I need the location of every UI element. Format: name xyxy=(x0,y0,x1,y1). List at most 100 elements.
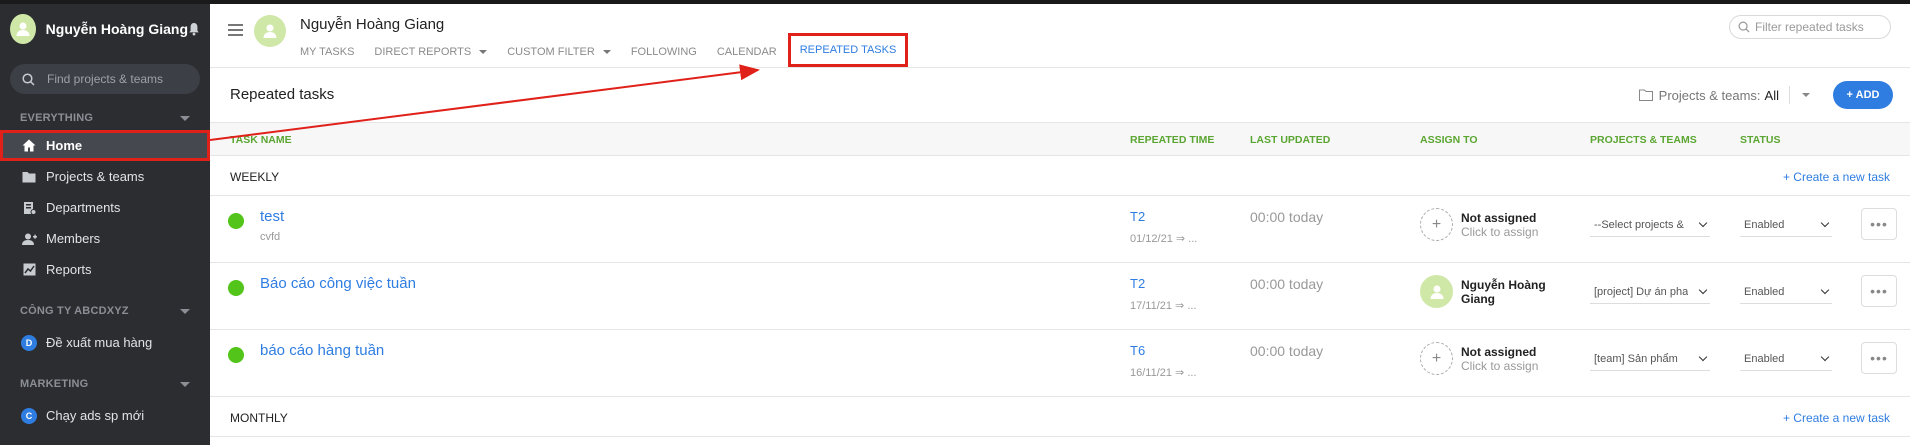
repeat-date: 16/11/21 ⇒ ... xyxy=(1130,367,1197,379)
task-name[interactable]: test xyxy=(260,208,284,225)
tab-repeated-tasks[interactable]: REPEATED TASKS xyxy=(787,33,909,67)
chevron-down-icon xyxy=(1698,285,1708,295)
tab-label: MY TASKS xyxy=(300,46,355,58)
caret-down-icon xyxy=(180,308,190,314)
chevron-down-icon xyxy=(1820,285,1830,295)
sidebar-item-members[interactable]: Members xyxy=(0,223,210,254)
col-projects-teams[interactable]: PROJECTS & TEAMS xyxy=(1590,134,1697,146)
create-task-link[interactable]: + Create a new task xyxy=(1783,170,1890,184)
projects-teams-filter[interactable]: Projects & teams: All xyxy=(1638,86,1810,104)
repeat-date: 17/11/21 ⇒ ... xyxy=(1130,300,1197,312)
col-task-name[interactable]: TASK NAME xyxy=(230,134,292,146)
project-select[interactable]: [team] Sản phẩm xyxy=(1590,347,1710,371)
section-marketing[interactable]: MARKETING xyxy=(0,372,210,396)
assignee-name: Not assigned xyxy=(1461,210,1537,225)
more-options-button[interactable]: ••• xyxy=(1861,275,1897,307)
col-status[interactable]: STATUS xyxy=(1740,134,1780,146)
section-title: CÔNG TY ABCDXYZ xyxy=(20,305,129,317)
more-options-button[interactable]: ••• xyxy=(1861,208,1897,240)
last-updated: 00:00 today xyxy=(1250,343,1324,359)
status-select[interactable]: Enabled xyxy=(1740,213,1832,237)
sidebar-item-label: Reports xyxy=(46,262,92,277)
create-task-link[interactable]: + Create a new task xyxy=(1783,411,1890,425)
group-monthly: MONTHLY + Create a new task xyxy=(210,397,1910,437)
more-options-button[interactable]: ••• xyxy=(1861,342,1897,374)
caret-down-icon[interactable] xyxy=(1802,93,1810,97)
top-header: Nguyễn Hoàng Giang MY TASKS DIRECT REPOR… xyxy=(210,0,1910,68)
caret-down-icon xyxy=(479,50,488,54)
status-select[interactable]: Enabled xyxy=(1740,347,1832,371)
sidebar-item-label: Departments xyxy=(46,200,121,215)
repeat-time[interactable]: T2 xyxy=(1130,276,1145,291)
tab-my-tasks[interactable]: MY TASKS xyxy=(300,44,354,60)
col-repeated-time[interactable]: REPEATED TIME xyxy=(1130,134,1214,146)
project-select-value: [team] Sản phẩm xyxy=(1594,352,1678,365)
sidebar-user-name: Nguyễn Hoàng Giang xyxy=(45,21,189,37)
assignee-name: Not assigned xyxy=(1461,344,1537,359)
project-badge: C xyxy=(21,407,37,424)
bell-icon[interactable] xyxy=(188,21,200,37)
assignee-name-line2: Giang xyxy=(1461,291,1496,306)
table-row[interactable]: test cvfd T2 01/12/21 ⇒ ... 00:00 today … xyxy=(210,196,1910,263)
table-header: TASK NAME REPEATED TIME LAST UPDATED ASS… xyxy=(210,122,1910,156)
tab-custom-filter[interactable]: CUSTOM FILTER xyxy=(507,44,611,60)
project-select-value: [project] Dự án pha xyxy=(1594,285,1689,298)
col-last-updated[interactable]: LAST UPDATED xyxy=(1250,134,1330,146)
col-assign-to[interactable]: ASSIGN TO xyxy=(1420,134,1478,146)
avatar xyxy=(254,15,286,47)
group-name: WEEKLY xyxy=(230,170,280,184)
sidebar-item-label: Đề xuất mua hàng xyxy=(46,335,153,350)
tab-direct-reports[interactable]: DIRECT REPORTS xyxy=(374,44,488,60)
add-assignee-icon[interactable]: + xyxy=(1420,342,1453,375)
menu-icon[interactable] xyxy=(228,24,243,39)
section-everything[interactable]: EVERYTHING xyxy=(0,106,210,130)
folder-icon xyxy=(20,171,38,183)
filter-placeholder: Filter repeated tasks xyxy=(1755,20,1864,34)
assignee-hint: Click to assign xyxy=(1461,224,1539,239)
sidebar-search-placeholder: Find projects & teams xyxy=(47,72,164,86)
chevron-down-icon xyxy=(1698,218,1708,228)
repeat-date: 01/12/21 ⇒ ... xyxy=(1130,233,1198,245)
sidebar-item-projects[interactable]: Projects & teams xyxy=(0,161,210,192)
status-select-value: Enabled xyxy=(1744,352,1785,365)
sidebar-item-home[interactable]: Home xyxy=(0,130,210,161)
assignee-name: Nguyễn Hoàng xyxy=(1461,277,1546,292)
filter-repeated-tasks-input[interactable]: Filter repeated tasks xyxy=(1729,15,1891,39)
tab-following[interactable]: FOLLOWING xyxy=(631,44,697,60)
status-dot[interactable] xyxy=(228,213,244,229)
add-button[interactable]: + ADD xyxy=(1833,81,1893,109)
sidebar-user[interactable]: Nguyễn Hoàng Giang xyxy=(0,4,210,54)
search-icon xyxy=(22,72,35,86)
sidebar-item-chay-ads[interactable]: C Chạy ads sp mới xyxy=(0,400,210,431)
caret-down-icon xyxy=(180,381,190,387)
page-title: Repeated tasks xyxy=(230,86,335,103)
sidebar-search-input[interactable]: Find projects & teams xyxy=(10,64,200,94)
project-select-value: --Select projects & xyxy=(1594,218,1684,231)
add-assignee-icon[interactable]: + xyxy=(1420,208,1453,241)
assign-cell[interactable]: + Not assigned Click to assign xyxy=(1420,342,1538,375)
repeat-time[interactable]: T2 xyxy=(1130,209,1145,224)
table-row[interactable]: báo cáo hàng tuần T6 16/11/21 ⇒ ... 00:0… xyxy=(210,330,1910,397)
assign-cell[interactable]: + Not assigned Click to assign xyxy=(1420,208,1538,241)
repeat-time[interactable]: T6 xyxy=(1130,343,1145,358)
project-select[interactable]: --Select projects & xyxy=(1590,213,1710,237)
status-select[interactable]: Enabled xyxy=(1740,280,1832,304)
task-name[interactable]: Báo cáo công việc tuần xyxy=(260,275,416,292)
sidebar-item-reports[interactable]: Reports xyxy=(0,254,210,285)
sidebar-item-departments[interactable]: Departments xyxy=(0,192,210,223)
task-name[interactable]: báo cáo hàng tuần xyxy=(260,342,384,359)
section-company[interactable]: CÔNG TY ABCDXYZ xyxy=(0,299,210,323)
folder-icon xyxy=(1638,89,1653,101)
sidebar-item-de-xuat[interactable]: D Đề xuất mua hàng xyxy=(0,327,210,358)
assign-cell[interactable]: Nguyễn Hoàng Giang xyxy=(1420,275,1546,308)
sidebar-item-label: Members xyxy=(46,231,101,246)
table-row[interactable]: Báo cáo công việc tuần T2 17/11/21 ⇒ ...… xyxy=(210,263,1910,330)
chevron-down-icon xyxy=(1698,352,1708,362)
tab-label: DIRECT REPORTS xyxy=(374,46,472,58)
project-select[interactable]: [project] Dự án pha xyxy=(1590,280,1710,304)
status-dot[interactable] xyxy=(228,347,244,363)
header-user-name: Nguyễn Hoàng Giang xyxy=(300,16,445,33)
section-title: MARKETING xyxy=(20,378,89,390)
status-dot[interactable] xyxy=(228,280,244,296)
tab-calendar[interactable]: CALENDAR xyxy=(717,44,777,60)
